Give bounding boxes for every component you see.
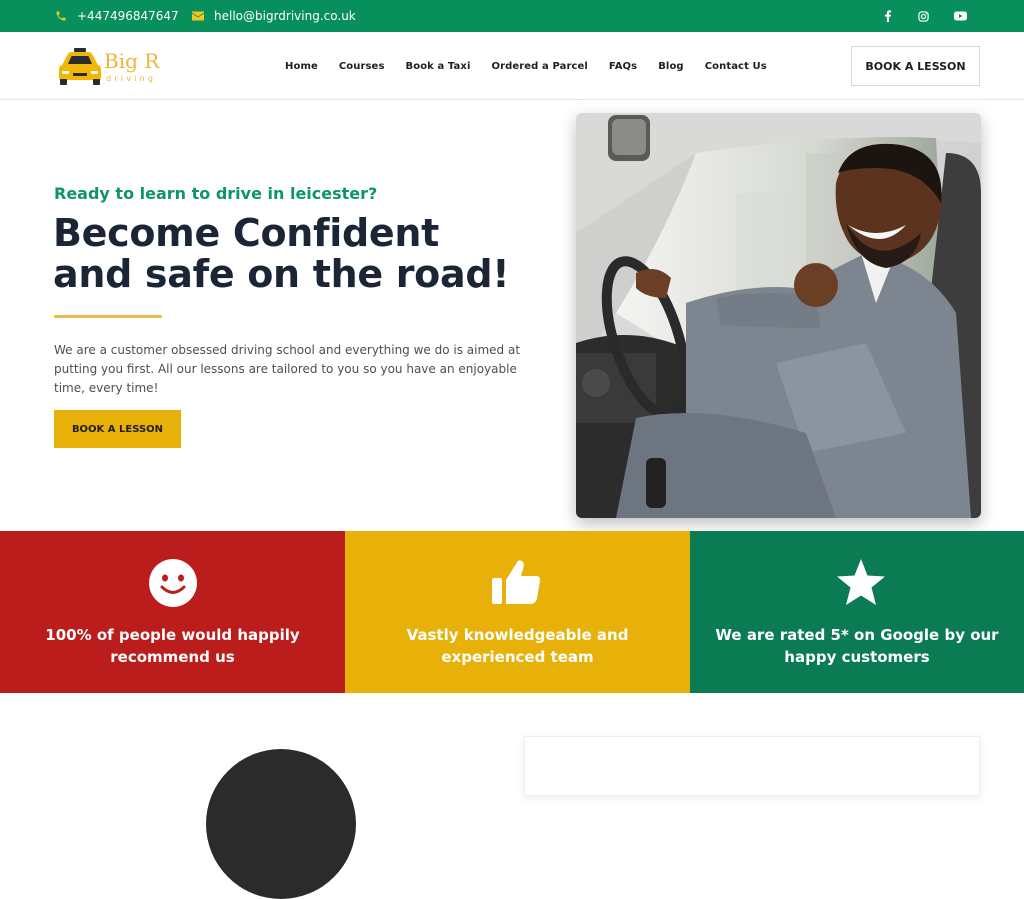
smile-icon bbox=[148, 558, 198, 608]
logo-tagline: driving bbox=[106, 74, 156, 83]
hero-photo-driver bbox=[576, 113, 981, 518]
feature-rating-text: We are rated 5* on Google by our happy c… bbox=[715, 626, 999, 666]
hero-title-line2: and safe on the road! bbox=[53, 252, 510, 296]
nav-book-taxi[interactable]: Book a Taxi bbox=[406, 61, 471, 72]
feature-rating: We are rated 5* on Google by our happy c… bbox=[690, 531, 1024, 693]
site-header: Big R driving Home Courses Book a Taxi O… bbox=[0, 32, 1024, 100]
hero-description: We are a customer obsessed driving schoo… bbox=[54, 343, 521, 395]
facebook-icon[interactable] bbox=[881, 9, 895, 23]
section-photo-circle bbox=[206, 749, 356, 899]
main-nav: Home Courses Book a Taxi Ordered a Parce… bbox=[285, 32, 788, 100]
nav-faqs[interactable]: FAQs bbox=[609, 61, 637, 72]
instagram-icon[interactable] bbox=[916, 9, 930, 23]
phone-number: +447496847647 bbox=[77, 9, 179, 23]
envelope-icon bbox=[191, 9, 205, 23]
nav-ordered-parcel[interactable]: Ordered a Parcel bbox=[491, 61, 587, 72]
nav-courses[interactable]: Courses bbox=[339, 61, 385, 72]
top-bar: +447496847647 hello@bigrdriving.co.uk bbox=[0, 0, 1024, 32]
feature-recommend-text: 100% of people would happily recommend u… bbox=[45, 626, 300, 666]
hero-title: Become Confident and safe on the road! bbox=[53, 213, 533, 295]
hero-kicker: Ready to learn to drive in leicester? bbox=[54, 184, 378, 203]
hero-divider bbox=[54, 315, 162, 318]
youtube-icon[interactable] bbox=[953, 9, 967, 23]
logo-wordmark: Big R bbox=[104, 49, 160, 73]
feature-recommend: 100% of people would happily recommend u… bbox=[0, 531, 345, 693]
hero-title-line1: Become Confident bbox=[53, 211, 439, 255]
star-icon bbox=[836, 558, 886, 608]
section-card bbox=[524, 736, 980, 796]
feature-team: Vastly knowledgeable and experienced tea… bbox=[345, 531, 690, 693]
feature-team-text: Vastly knowledgeable and experienced tea… bbox=[406, 626, 629, 666]
nav-blog[interactable]: Blog bbox=[658, 61, 683, 72]
car-logo-icon: Big R driving bbox=[59, 48, 160, 85]
email-link[interactable]: hello@bigrdriving.co.uk bbox=[191, 0, 356, 32]
email-address: hello@bigrdriving.co.uk bbox=[214, 9, 356, 23]
book-lesson-hero-button[interactable]: BOOK A LESSON bbox=[54, 410, 181, 448]
nav-home[interactable]: Home bbox=[285, 61, 318, 72]
phone-icon bbox=[54, 9, 68, 23]
thumbs-up-icon bbox=[492, 558, 542, 608]
phone-link[interactable]: +447496847647 bbox=[54, 0, 179, 32]
book-lesson-header-button[interactable]: BOOK A LESSON bbox=[851, 46, 980, 86]
nav-contact[interactable]: Contact Us bbox=[705, 61, 767, 72]
site-logo[interactable]: Big R driving bbox=[56, 45, 172, 89]
